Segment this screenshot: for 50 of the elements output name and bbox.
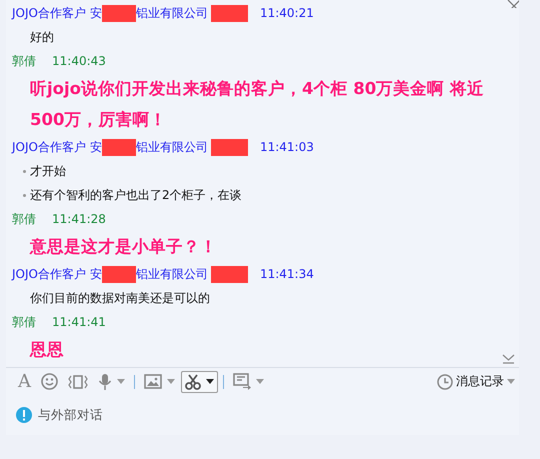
caret-icon bbox=[507, 379, 515, 384]
redaction-mark bbox=[210, 138, 248, 156]
caret-icon bbox=[167, 379, 175, 384]
redaction-mark bbox=[210, 4, 248, 22]
screen-share-icon bbox=[233, 373, 251, 390]
company-name-end: 铝业有限公司 bbox=[136, 138, 208, 156]
caret-icon bbox=[256, 379, 264, 384]
message-time: 11:41:28 bbox=[52, 212, 106, 226]
caret-icon bbox=[117, 379, 125, 384]
company-name-start: 安 bbox=[90, 4, 102, 22]
image-icon bbox=[144, 374, 162, 389]
scroll-down-icon[interactable] bbox=[502, 354, 515, 364]
notice-text: 与外部对话 bbox=[38, 406, 103, 424]
sender-name: JOJO合作客户 bbox=[12, 266, 86, 282]
message-text: 好的 bbox=[30, 28, 54, 46]
sender-name: 郭倩 bbox=[12, 314, 36, 330]
message-text: 恩恩 bbox=[30, 338, 64, 360]
redaction-mark bbox=[210, 266, 248, 282]
message-text: 听jojo说你们开发出来秘鲁的客户，4个柜 80万美金啊 将近 bbox=[30, 78, 484, 100]
sender-name: JOJO合作客户 bbox=[12, 138, 86, 156]
sender-name: JOJO合作客户 bbox=[12, 4, 86, 22]
message-text: 意思是这才是小单子？！ bbox=[30, 236, 217, 258]
message-time: 11:41:34 bbox=[260, 267, 314, 281]
message-time: 11:40:43 bbox=[52, 54, 106, 68]
company-name-start: 安 bbox=[90, 266, 102, 282]
info-icon bbox=[16, 407, 32, 423]
company-name-start: 安 bbox=[90, 138, 102, 156]
caret-icon bbox=[206, 379, 214, 384]
sender-name: 郭倩 bbox=[12, 210, 36, 228]
clock-icon bbox=[437, 374, 453, 390]
message-time: 11:41:03 bbox=[260, 140, 314, 154]
message-text: 还有个智利的客户也出了2个柜子，在谈 bbox=[30, 186, 242, 204]
company-name-end: 铝业有限公司 bbox=[136, 266, 208, 282]
smiley-icon bbox=[41, 373, 58, 390]
redaction-mark bbox=[102, 138, 136, 156]
redaction-mark bbox=[102, 4, 136, 22]
message-time: 11:41:41 bbox=[52, 315, 106, 329]
close-icon[interactable] bbox=[507, 0, 519, 8]
toolbar-button[interactable] bbox=[181, 370, 218, 392]
shake-icon bbox=[68, 374, 88, 390]
message-text: 才开始 bbox=[30, 162, 66, 180]
microphone-icon bbox=[98, 372, 112, 390]
sender-name: 郭倩 bbox=[12, 52, 36, 70]
scissors-icon bbox=[185, 374, 201, 390]
message-text: 你们目前的数据对南美还是可以的 bbox=[30, 290, 210, 306]
redaction-mark bbox=[102, 266, 136, 282]
history-button[interactable]: 消息记录 bbox=[437, 373, 515, 390]
message-text: 500万，厉害啊！ bbox=[30, 108, 166, 130]
company-name-end: 铝业有限公司 bbox=[136, 4, 208, 22]
message-time: 11:40:21 bbox=[260, 6, 314, 20]
